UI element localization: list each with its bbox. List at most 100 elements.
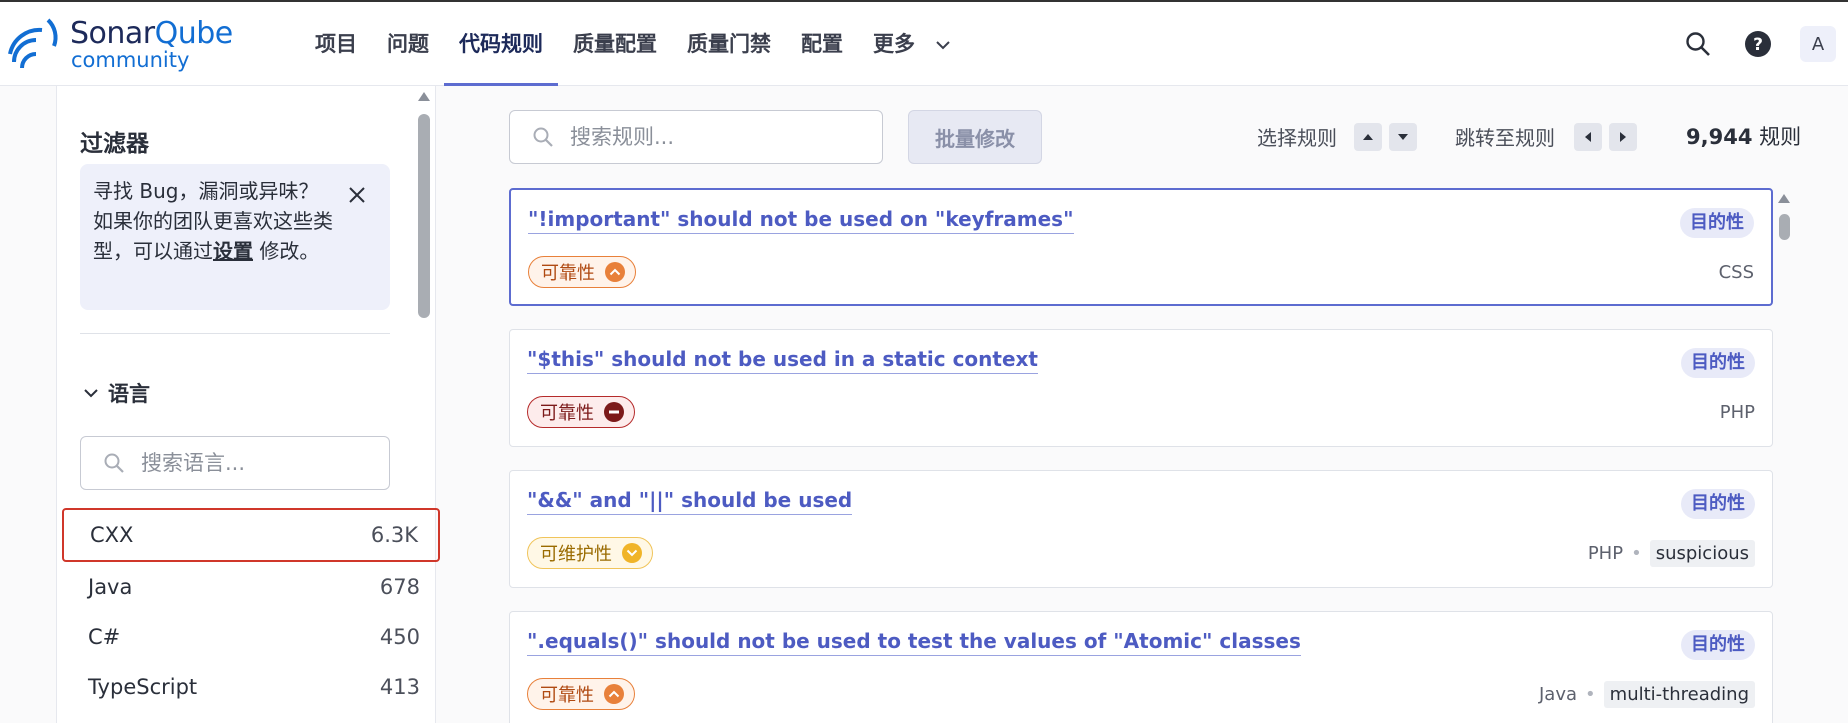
quality-label: 可维护性 [540,544,612,565]
language-name: C# [88,625,121,649]
purpose-tag: 目的性 [1681,489,1755,519]
purpose-tag: 目的性 [1680,208,1754,238]
caret-up-icon [1363,134,1373,140]
language-name: CXX [90,523,134,547]
language-count: 678 [379,575,420,599]
rule-search-field[interactable] [509,110,883,164]
quality-badge: 可维护性 [527,537,653,569]
purpose-tag: 目的性 [1681,348,1755,378]
language-search-field[interactable] [80,436,390,490]
search-icon [1686,32,1710,56]
language-item-java[interactable]: Java 678 [62,560,440,614]
meta-separator: • [1631,542,1642,564]
rule-title-link[interactable]: "&&" and "||" should be used [527,488,853,515]
severity-low-icon [622,543,642,563]
sidebar-scroll-up-icon[interactable] [418,92,430,101]
jump-prev-key[interactable] [1574,123,1602,151]
severity-high-icon [605,262,625,282]
rule-search-input[interactable] [570,111,870,163]
rules-total: 9,944 规则 [1686,121,1801,151]
chevron-down-icon [936,41,951,50]
bulk-change-button[interactable]: 批量修改 [908,110,1042,164]
quality-badge: 可靠性 [528,256,636,288]
language-facet-title: 语言 [108,382,150,406]
rule-language: PHP [1719,401,1755,423]
language-item-cxx[interactable]: CXX 6.3K [62,508,440,562]
quality-label: 可靠性 [541,263,595,284]
nav-quality-gates[interactable]: 质量门禁 [672,2,786,86]
filter-hint-box: 寻找 Bug，漏洞或异味？如果你的团队更喜欢这些类型，可以通过设置 修改。 [80,164,390,310]
sonarqube-logo[interactable]: SonarQube community [8,16,268,78]
logo-sonar: Sonar [70,16,155,51]
rule-meta: PHP • suspicious [1588,537,1755,569]
caret-left-icon [1585,132,1591,142]
hint-tail: 修改。 [253,239,320,263]
quality-label: 可靠性 [540,403,594,424]
nav-quality-profiles[interactable]: 质量配置 [558,2,672,86]
language-search-input[interactable] [141,437,381,489]
rule-meta: PHP [1720,396,1755,428]
rules-total-count: 9,944 [1686,125,1753,149]
logo-edition: community [71,48,190,72]
sidebar-divider [80,333,390,334]
purpose-tag: 目的性 [1681,630,1755,660]
nav-administration[interactable]: 配置 [786,2,858,86]
logo-wordmark: SonarQube [70,16,233,51]
language-name: TypeScript [88,675,198,699]
language-count: 6.3K [370,523,418,547]
rule-card[interactable]: "&&" and "||" should be used 目的性 可维护性 PH… [509,470,1773,588]
search-icon [533,127,553,147]
rule-language: PHP [1587,542,1624,564]
rule-meta: Java • multi-threading [1539,678,1755,710]
rule-title-link[interactable]: "$this" should not be used in a static c… [527,347,1038,374]
nav-issues[interactable]: 问题 [372,2,444,86]
top-right-actions: ? A [1668,2,1848,86]
global-search-button[interactable] [1668,2,1728,86]
svg-text:?: ? [1753,35,1763,55]
rule-title-link[interactable]: ".equals()" should not be used to test t… [527,629,1301,656]
select-next-key[interactable] [1389,123,1417,151]
search-icon [104,453,124,473]
select-rules-label: 选择规则 [1257,126,1337,150]
rule-language: CSS [1718,261,1754,283]
rule-tag[interactable]: multi-threading [1603,680,1755,708]
language-item-csharp[interactable]: C# 450 [62,610,440,664]
rule-card[interactable]: "$this" should not be used in a static c… [509,329,1773,447]
logo-qube: Qube [154,16,234,51]
nav-more[interactable]: 更多 [858,2,965,86]
main-nav: 项目 问题 代码规则 质量配置 质量门禁 配置 更多 [300,2,965,86]
severity-blocker-icon [604,402,624,422]
select-prev-key[interactable] [1354,123,1382,151]
rule-card[interactable]: "!important" should not be used on "keyf… [509,188,1773,306]
hint-settings-link[interactable]: 设置 [213,239,253,263]
language-name: Java [88,575,133,599]
help-icon: ? [1745,31,1771,57]
rule-meta: CSS [1719,256,1754,288]
list-scrollbar[interactable] [1779,214,1790,240]
rules-total-unit: 规则 [1759,125,1802,149]
sidebar-scrollbar[interactable] [418,114,430,318]
rule-title-link[interactable]: "!important" should not be used on "keyf… [528,207,1074,234]
rule-tag[interactable]: suspicious [1649,539,1755,567]
quality-badge: 可靠性 [527,396,635,428]
quality-badge: 可靠性 [527,678,635,710]
avatar: A [1800,26,1836,62]
sonar-waves-icon [8,18,58,69]
language-facet-header[interactable]: 语言 [84,378,150,408]
nav-more-label: 更多 [873,32,915,56]
quality-label: 可靠性 [540,685,594,706]
help-button[interactable]: ? [1728,2,1788,86]
chevron-down-icon [84,389,98,398]
filters-title: 过滤器 [80,131,149,157]
caret-down-icon [1398,134,1408,140]
nav-projects[interactable]: 项目 [300,2,372,86]
account-menu[interactable]: A [1788,2,1848,86]
caret-right-icon [1620,132,1626,142]
nav-rules[interactable]: 代码规则 [444,2,558,86]
language-item-typescript[interactable]: TypeScript 413 [62,660,440,714]
rule-card[interactable]: ".equals()" should not be used to test t… [509,611,1773,723]
jump-to-rule-label: 跳转至规则 [1455,126,1555,150]
list-scroll-up-icon[interactable] [1778,194,1790,203]
close-icon[interactable] [348,186,366,204]
jump-next-key[interactable] [1609,123,1637,151]
